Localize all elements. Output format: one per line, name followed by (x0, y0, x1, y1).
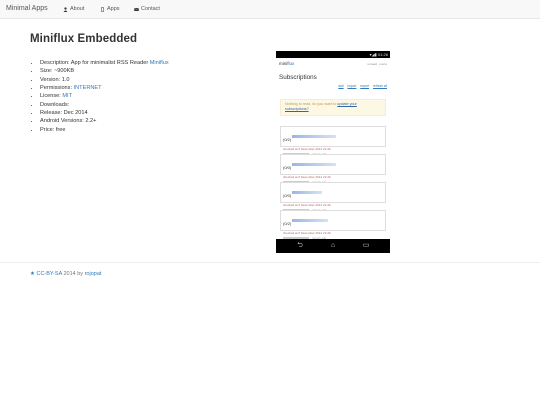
blurred-title (292, 163, 337, 167)
page-title: Miniflux Embedded (30, 33, 138, 45)
item-count: (0/2) (283, 137, 292, 142)
detail-license: License: MIT (40, 92, 169, 100)
blurred-title (292, 135, 337, 139)
home-icon: ⌂ (330, 242, 336, 249)
star-icon: ★ (30, 271, 35, 277)
nav-apps-label: Apps (107, 6, 120, 12)
status-bar: ▾◢▮ 01:26 (276, 51, 390, 58)
item-checked-at: checked at 5 December 2014 22:46 (283, 175, 331, 179)
nav-contact-label: Contact (141, 6, 160, 12)
envelope-icon (134, 7, 139, 11)
nav-apps-link[interactable]: Apps (100, 6, 120, 12)
miniflux-link[interactable]: Miniflux (150, 60, 169, 66)
nothing-to-read-alert: Nothing to read, do you want to update y… (280, 99, 386, 116)
item-checked-at: checked at 5 December 2014 22:46 (283, 203, 331, 207)
nav-contact-link[interactable]: Contact (134, 6, 160, 12)
detail-downloads: Downloads: (40, 101, 169, 109)
subscription-actions: add import export refresh all (335, 84, 387, 88)
action-export: export (360, 84, 370, 88)
subscription-item: (0/2) checked at 5 December 2014 22:46 r… (280, 126, 386, 156)
detail-permissions: Permissions: INTERNET (40, 84, 169, 92)
app-details-list: Description: App for minimalist RSS Read… (40, 59, 169, 134)
detail-description: Description: App for minimalist RSS Read… (40, 59, 169, 67)
nav-about-link[interactable]: About (63, 6, 84, 12)
action-import: import (347, 84, 357, 88)
detail-size: Size: ~900KB (40, 67, 169, 75)
screen-menu: unread · menu (367, 62, 387, 66)
footer-divider (0, 262, 540, 263)
blurred-title (292, 219, 329, 223)
subscriptions-heading: Subscriptions (279, 74, 317, 81)
action-refresh-all: refresh all (373, 84, 387, 88)
phone-icon (101, 6, 104, 12)
blurred-title (292, 191, 323, 195)
item-count: (0/2) (283, 221, 292, 226)
mit-license-link[interactable]: MIT (62, 93, 72, 99)
license-text: License: (40, 93, 63, 100)
subscription-item: (0/2) checked at 5 December 2014 22:46 r… (280, 210, 386, 240)
miniflux-logo: miniflux (279, 61, 294, 66)
cc-by-sa-link[interactable]: CC-BY-SA (36, 271, 61, 277)
item-count: (0/0) (283, 193, 292, 198)
brand-link[interactable]: Minimal Apps (6, 5, 48, 12)
action-add: add (338, 84, 344, 88)
user-icon (63, 6, 68, 12)
nav-about-label: About (70, 6, 85, 12)
signal-icon: ▾◢▮ (369, 52, 378, 57)
detail-release: Release: Dec 2014 (40, 109, 169, 117)
logo-flux: flux (287, 61, 295, 66)
android-nav-bar: ⮌ ⌂ ▭ (276, 239, 390, 253)
detail-version: Version: 1.0 (40, 76, 169, 84)
status-time: 01:26 (377, 52, 388, 57)
item-count: (0/0) (283, 165, 292, 170)
app-screenshot: ▾◢▮ 01:26 miniflux unread · menu Subscri… (276, 51, 390, 253)
subscription-item: (0/0) checked at 5 December 2014 22:46 r… (280, 182, 386, 212)
description-text: Description: App for minimalist RSS Read… (40, 60, 150, 66)
alert-text: Nothing to read, do you want to (285, 102, 338, 106)
subscription-item: (0/0) checked at 5 December 2014 22:46 r… (280, 154, 386, 184)
author-link[interactable]: rojopat (85, 271, 102, 277)
internet-permission-link[interactable]: INTERNET (74, 85, 102, 91)
detail-price: Price: free (40, 126, 169, 134)
item-checked-at: checked at 5 December 2014 22:46 (283, 147, 331, 151)
item-checked-at: checked at 5 December 2014 22:46 (283, 231, 331, 235)
permissions-text: Permissions: (40, 85, 74, 92)
top-navbar: Minimal Apps About Apps Contact (0, 0, 540, 19)
footer: ★ CC-BY-SA 2014 by rojopat (30, 271, 101, 277)
recent-apps-icon: ▭ (362, 242, 370, 249)
detail-android-versions: Android Versions: 2.2+ (40, 117, 169, 125)
app-screen: miniflux unread · menu Subscriptions add… (276, 58, 390, 240)
back-icon: ⮌ (297, 242, 303, 249)
footer-year-by: 2014 by (61, 271, 85, 277)
